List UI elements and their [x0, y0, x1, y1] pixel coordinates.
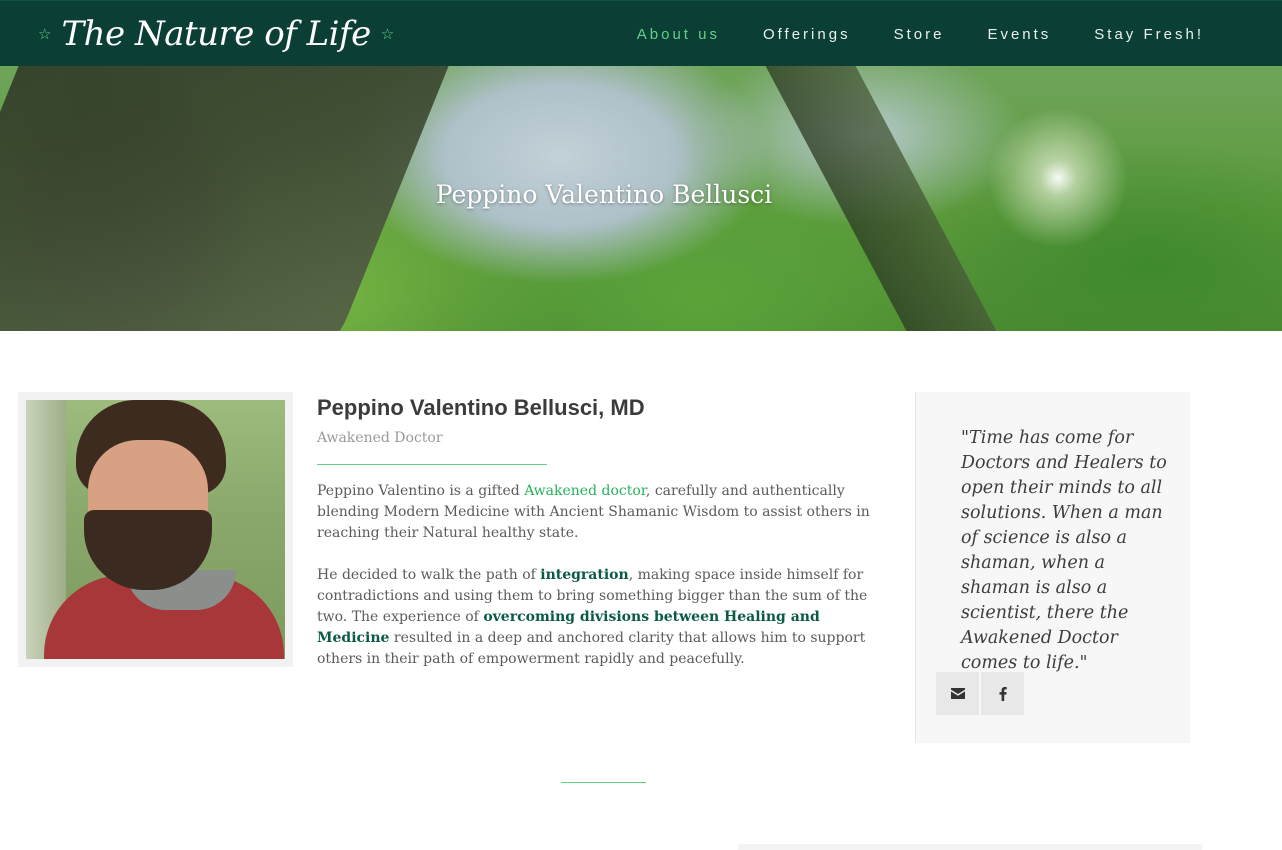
profile-photo-frame [18, 392, 293, 667]
facebook-button[interactable] [981, 672, 1024, 715]
email-button[interactable] [936, 672, 979, 715]
profile-photo [26, 400, 285, 659]
bio-emphasis: integration [540, 567, 629, 583]
bio-text: resulted in a deep and anchored clarity … [317, 630, 866, 667]
star-icon: ☆ [38, 24, 52, 43]
hero-title: Peppino Valentino Bellusci [435, 180, 773, 209]
nav-item-about-us[interactable]: About us [637, 26, 720, 43]
divider [317, 464, 547, 465]
bio-text: He decided to walk the path of [317, 567, 541, 583]
logo[interactable]: ☆ The Nature of Life ☆ [38, 9, 394, 59]
logo-text: The Nature of Life [61, 14, 371, 54]
nav-item-stay-fresh[interactable]: Stay Fresh! [1094, 26, 1204, 43]
bio-paragraph-2: He decided to walk the path of integrati… [317, 565, 897, 670]
facebook-icon [999, 686, 1007, 701]
social-links [936, 672, 1024, 715]
star-icon: ☆ [380, 24, 395, 43]
profile-name: Peppino Valentino Bellusci, MD [317, 395, 645, 420]
profile-subtitle: Awakened Doctor [317, 430, 443, 446]
profile-bio: Peppino Valentino Bellusci, MD Awakened … [317, 394, 897, 670]
main-nav: About us Offerings Store Events Stay Fre… [637, 1, 1204, 67]
next-section-edge [738, 844, 1202, 850]
bio-paragraph-1: Peppino Valentino is a gifted Awakened d… [317, 481, 897, 544]
awakened-doctor-link[interactable]: Awakened doctor [524, 483, 646, 499]
site-header: ☆ The Nature of Life ☆ About us Offering… [0, 0, 1282, 66]
bio-text: Peppino Valentino is a gifted [317, 483, 525, 499]
hero-banner: Peppino Valentino Bellusci [0, 66, 1282, 331]
nav-item-offerings[interactable]: Offerings [763, 26, 851, 43]
nav-item-store[interactable]: Store [894, 26, 945, 43]
section-divider [561, 782, 646, 783]
nav-item-events[interactable]: Events [987, 26, 1051, 43]
mail-icon [950, 688, 965, 699]
quote-text: "Time has come for Doctors and Healers t… [961, 428, 1167, 673]
quote-box: "Time has come for Doctors and Healers t… [915, 392, 1190, 743]
